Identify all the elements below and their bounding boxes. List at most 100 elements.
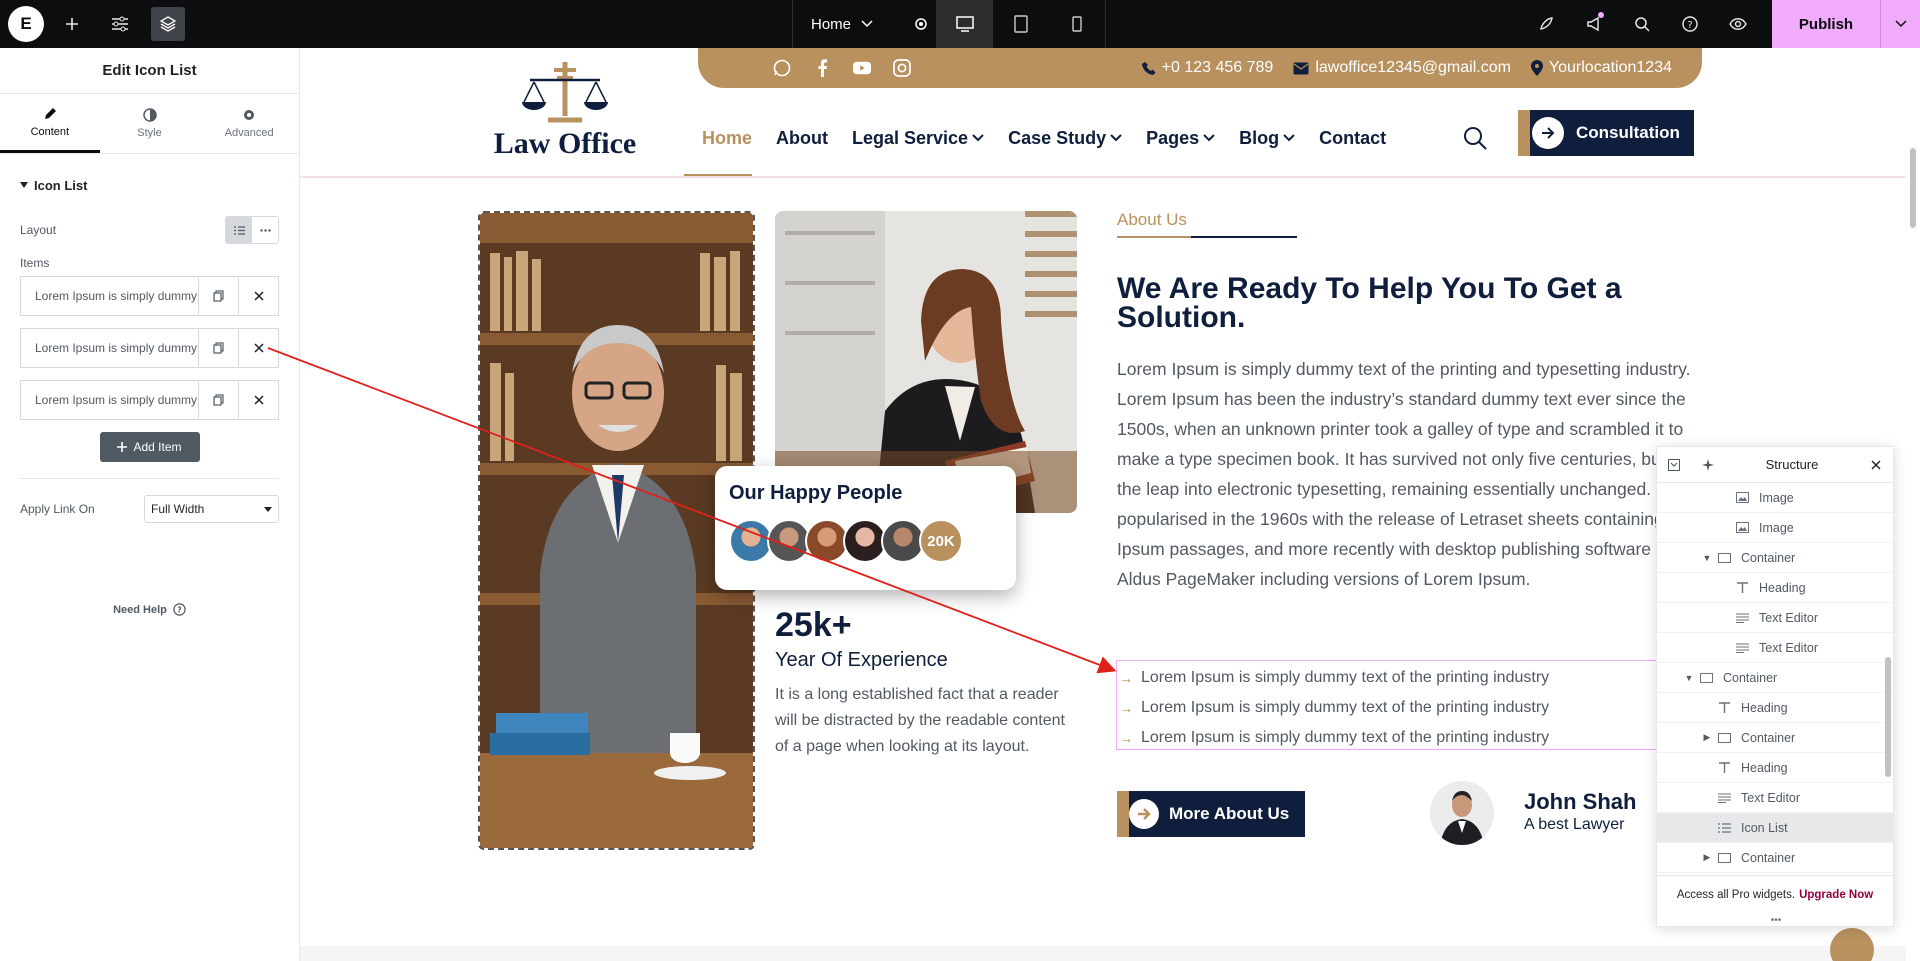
nav-item-home[interactable]: Home [690, 118, 764, 158]
finder-button[interactable] [1618, 0, 1666, 48]
upgrade-now-link[interactable]: Upgrade Now [1799, 889, 1873, 901]
svg-text:?: ? [177, 606, 182, 615]
lawyer-role: A best Lawyer [1524, 816, 1625, 833]
publish-options-button[interactable] [1880, 0, 1920, 48]
add-item-button[interactable]: Add Item [99, 432, 200, 462]
structure-item-image[interactable]: Image [1657, 483, 1893, 513]
site-settings-button[interactable] [96, 0, 144, 48]
preview-button[interactable] [1714, 0, 1762, 48]
need-help-link[interactable]: Need Help ? [0, 603, 299, 616]
site-search-button[interactable] [1460, 118, 1490, 158]
kit-button[interactable] [1522, 0, 1570, 48]
desktop-device-button[interactable] [937, 0, 993, 48]
help-button[interactable]: ? [1666, 0, 1714, 48]
remove-item-button[interactable] [238, 329, 278, 367]
repeater-item-title-wrap[interactable]: Lorem Ipsum is simply dummy text of the … [21, 381, 198, 419]
caret-right-icon[interactable]: ▶ [1701, 732, 1713, 743]
duplicate-item-button[interactable] [198, 329, 238, 367]
structure-item-icon-list[interactable]: Icon List [1657, 813, 1893, 843]
structure-item-text-editor[interactable]: Text Editor [1657, 633, 1893, 663]
scroll-top-button[interactable] [1830, 928, 1874, 961]
structure-item-container[interactable]: ▶ Container [1657, 843, 1893, 873]
nav-item-pages[interactable]: Pages [1134, 118, 1227, 158]
duplicate-item-button[interactable] [198, 277, 238, 315]
structure-item-text-editor[interactable]: Text Editor [1657, 603, 1893, 633]
mobile-device-button[interactable] [1049, 0, 1105, 48]
whatsapp-icon[interactable] [773, 59, 791, 77]
caret-down-icon[interactable]: ▼ [1701, 553, 1713, 563]
remove-item-button[interactable] [238, 381, 278, 419]
email-link[interactable]: lawoffice12345@gmail.com [1293, 59, 1511, 77]
caret-down-icon[interactable]: ▼ [1683, 673, 1695, 683]
header-divider [300, 176, 1920, 178]
layout-default-button[interactable] [226, 217, 252, 243]
desktop-icon [956, 16, 974, 32]
page-selector[interactable]: Home [792, 0, 936, 48]
structure-item-container[interactable]: ▼ Container [1657, 543, 1893, 573]
nav-label: Contact [1319, 127, 1387, 148]
close-icon [253, 291, 264, 301]
icon-list-item[interactable]: → Lorem Ipsum is simply dummy text of the… [1117, 723, 1675, 753]
tab-content[interactable]: Content [0, 94, 100, 153]
duplicate-item-button[interactable] [198, 381, 238, 419]
structure-scroll-thumb[interactable] [1885, 657, 1891, 777]
lawyer-photo[interactable] [478, 211, 755, 850]
about-heading[interactable]: We Are Ready To Help You To Get a Soluti… [1117, 274, 1677, 333]
publish-button[interactable]: Publish [1772, 0, 1880, 48]
structure-item-heading[interactable]: Heading [1657, 693, 1893, 723]
remove-item-button[interactable] [238, 277, 278, 315]
repeater-item[interactable]: Lorem Ipsum is simply dummy text of the … [20, 328, 279, 368]
icon-list-item[interactable]: → Lorem Ipsum is simply dummy text of the… [1117, 663, 1675, 693]
about-underline [1117, 236, 1297, 238]
structure-button[interactable] [144, 0, 192, 48]
structure-item-heading[interactable]: Heading [1657, 753, 1893, 783]
consultation-button[interactable]: Consultation [1518, 110, 1694, 156]
repeater-item-title-wrap[interactable]: Lorem Ipsum is simply dummy text of the … [21, 277, 198, 315]
nav-item-contact[interactable]: Contact [1307, 118, 1398, 158]
nav-item-blog[interactable]: Blog [1227, 118, 1307, 158]
tablet-device-button[interactable] [993, 0, 1049, 48]
repeater-item[interactable]: Lorem Ipsum is simply dummy text of the … [20, 380, 279, 420]
instagram-icon[interactable] [893, 59, 911, 77]
elementor-menu-button[interactable]: E [0, 0, 48, 48]
image-icon [1731, 522, 1753, 533]
site-logo[interactable]: Law Office [490, 58, 640, 168]
facebook-icon[interactable] [813, 59, 831, 77]
icon-list-text: Lorem Ipsum is simply dummy text of the … [1141, 669, 1550, 686]
add-element-button[interactable] [48, 0, 96, 48]
about-text[interactable]: Lorem Ipsum is simply dummy text of the … [1117, 354, 1727, 594]
repeater-item[interactable]: Lorem Ipsum is simply dummy text of the … [20, 276, 279, 316]
nav-item-legal-service[interactable]: Legal Service [840, 118, 996, 158]
structure-ai-button[interactable] [1691, 458, 1725, 471]
chevron-down-icon [1894, 20, 1907, 28]
icon-list-item[interactable]: → Lorem Ipsum is simply dummy text of the… [1117, 693, 1675, 723]
nav-item-case-study[interactable]: Case Study [996, 118, 1134, 158]
layout-inline-button[interactable] [252, 217, 278, 243]
more-about-us-button[interactable]: More About Us [1117, 791, 1305, 837]
tab-style[interactable]: Style [100, 94, 200, 153]
structure-item-container[interactable]: ▼ Container [1657, 663, 1893, 693]
canvas-scroll-thumb[interactable] [1910, 148, 1916, 228]
structure-item-image[interactable]: Image [1657, 513, 1893, 543]
whats-new-button[interactable] [1570, 0, 1618, 48]
structure-close-button[interactable] [1859, 460, 1893, 470]
repeater-item-title: Lorem Ipsum is simply dummy text of the … [35, 393, 198, 407]
apply-link-select[interactable]: Full Width [144, 495, 279, 523]
tab-advanced[interactable]: Advanced [199, 94, 299, 153]
nav-item-about[interactable]: About [764, 118, 840, 158]
youtube-icon[interactable] [853, 59, 871, 77]
structure-item-container[interactable]: ▶ Container [1657, 723, 1893, 753]
location-link[interactable]: Yourlocation1234 [1530, 59, 1672, 77]
experience-description: It is a long established fact that a rea… [775, 686, 1065, 755]
structure-collapse-button[interactable] [1657, 458, 1691, 471]
resize-handle[interactable]: ••• [1657, 916, 1895, 926]
repeater-item-title-wrap[interactable]: Lorem Ipsum is simply dummy text of the … [21, 329, 198, 367]
phone-link[interactable]: +0 123 456 789 [1141, 59, 1273, 77]
structure-item-text-editor[interactable]: Text Editor [1657, 783, 1893, 813]
icon-list-widget[interactable]: → Lorem Ipsum is simply dummy text of the… [1116, 660, 1676, 750]
structure-item-heading[interactable]: Heading [1657, 573, 1893, 603]
gear-icon[interactable] [913, 16, 929, 32]
caret-right-icon[interactable]: ▶ [1701, 852, 1713, 863]
section-toggle-icon-list[interactable]: Icon List [0, 160, 299, 210]
copy-icon [213, 342, 224, 354]
